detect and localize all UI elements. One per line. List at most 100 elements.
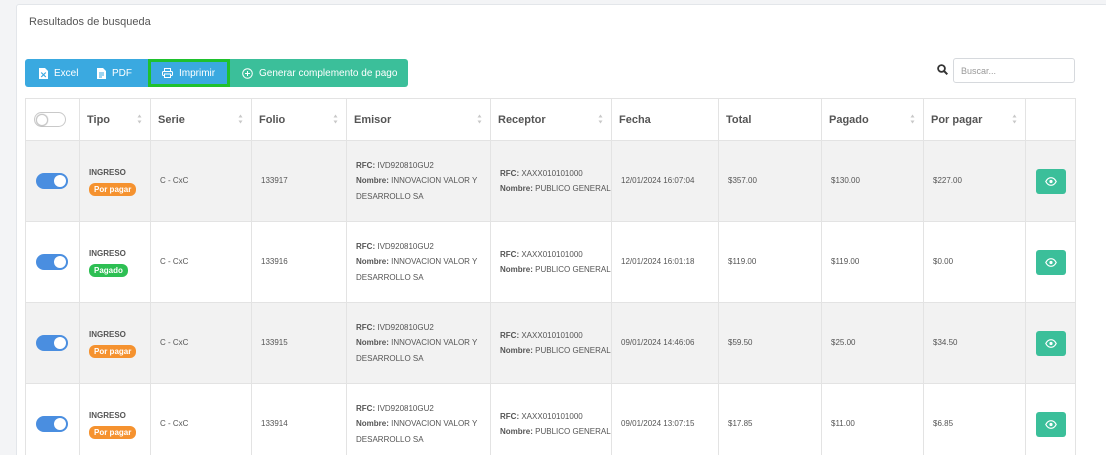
receptor-nombre-value: PUBLICO GENERAL <box>535 346 611 355</box>
rfc-prefix: RFC: <box>356 404 376 414</box>
por-pagar-cell: $0.00 <box>923 221 1026 303</box>
receptor-rfc: RFC: XAXX010101000 <box>500 166 611 181</box>
pdf-button[interactable]: PDF <box>81 59 148 87</box>
pdf-file-icon <box>97 67 106 79</box>
emisor-rfc-value: IVD920810GU2 <box>377 404 434 414</box>
emisor-rfc: RFC: IVD920810GU2 <box>356 320 490 335</box>
row-select-cell <box>25 221 80 303</box>
tipo-value: INGRESO <box>89 411 126 421</box>
column-actions <box>1025 98 1076 141</box>
actions-cell <box>1025 140 1076 222</box>
view-button[interactable] <box>1036 249 1066 275</box>
receptor-cell: RFC: XAXX010101000 Nombre: PUBLICO GENERA… <box>490 221 612 303</box>
nombre-prefix: Nombre: <box>500 346 533 355</box>
excel-file-icon <box>39 67 48 79</box>
search-input[interactable] <box>953 58 1075 83</box>
row-select-toggle[interactable] <box>36 335 68 351</box>
receptor-rfc-value: XAXX010101000 <box>521 330 583 340</box>
column-tipo[interactable]: Tipo <box>79 98 151 141</box>
status-badge: Pagado <box>89 263 128 277</box>
emisor-nombre: Nombre: INNOVACION VALOR Y DESARROLLO SA <box>356 173 490 203</box>
receptor-rfc: RFC: XAXX010101000 <box>500 409 611 424</box>
receptor-nombre: Nombre: PUBLICO GENERAL <box>500 424 611 439</box>
rfc-prefix: RFC: <box>500 330 520 340</box>
status-badge: Por pagar <box>89 425 137 439</box>
sort-icon <box>1012 114 1017 124</box>
emisor-nombre: Nombre: INNOVACION VALOR Y DESARROLLO SA <box>356 335 490 365</box>
emisor-rfc: RFC: IVD920810GU2 <box>356 401 490 416</box>
column-por-pagar[interactable]: Por pagar <box>923 98 1026 141</box>
sort-icon <box>598 114 603 124</box>
receptor-nombre: Nombre: PUBLICO GENERAL <box>500 181 611 196</box>
tipo-cell: INGRESO Por pagar <box>79 140 151 222</box>
nombre-prefix: Nombre: <box>356 176 389 186</box>
column-emisor-label: Emisor <box>354 113 392 126</box>
total-cell: $119.00 <box>718 221 822 303</box>
receptor-nombre-value: PUBLICO GENERAL <box>535 184 611 193</box>
column-fecha[interactable]: Fecha <box>611 98 719 141</box>
sort-icon <box>238 114 243 124</box>
select-all-toggle[interactable] <box>34 112 66 127</box>
actions-cell <box>1025 221 1076 303</box>
table-row: INGRESO Por pagar C - CxC 133914 RFC: IVD… <box>25 383 1076 455</box>
results-table: Tipo Serie Folio Emisor Receptor Fecha T… <box>25 98 1076 455</box>
fecha-cell: 09/01/2024 14:46:06 <box>611 302 719 384</box>
plus-circle-icon <box>242 67 253 79</box>
view-button[interactable] <box>1036 168 1066 194</box>
rfc-prefix: RFC: <box>356 161 376 171</box>
sort-icon <box>333 114 338 124</box>
status-badge: Por pagar <box>89 182 137 196</box>
receptor-rfc: RFC: XAXX010101000 <box>500 247 611 262</box>
emisor-rfc-value: IVD920810GU2 <box>377 323 434 333</box>
serie-cell: C - CxC <box>150 221 252 303</box>
nombre-prefix: Nombre: <box>500 265 533 274</box>
column-serie[interactable]: Serie <box>150 98 252 141</box>
table-row: INGRESO Por pagar C - CxC 133915 RFC: IVD… <box>25 302 1076 384</box>
total-cell: $59.50 <box>718 302 822 384</box>
row-select-toggle[interactable] <box>36 173 68 189</box>
rfc-prefix: RFC: <box>356 242 376 252</box>
emisor-rfc: RFC: IVD920810GU2 <box>356 239 490 254</box>
receptor-rfc: RFC: XAXX010101000 <box>500 328 611 343</box>
column-receptor[interactable]: Receptor <box>490 98 612 141</box>
print-button[interactable]: Imprimir <box>148 59 230 87</box>
folio-cell: 133914 <box>251 383 347 455</box>
eye-icon <box>1045 338 1057 348</box>
column-total[interactable]: Total <box>718 98 822 141</box>
nombre-prefix: Nombre: <box>500 184 533 193</box>
excel-button[interactable]: Excel <box>25 59 81 87</box>
nombre-prefix: Nombre: <box>356 338 389 348</box>
column-emisor[interactable]: Emisor <box>346 98 491 141</box>
eye-icon <box>1045 257 1057 267</box>
row-select-toggle[interactable] <box>36 254 68 270</box>
view-button[interactable] <box>1036 411 1066 437</box>
search-icon <box>937 64 948 75</box>
pagado-cell: $119.00 <box>821 221 924 303</box>
table-row: INGRESO Pagado C - CxC 133916 RFC: IVD920… <box>25 221 1076 303</box>
folio-cell: 133915 <box>251 302 347 384</box>
fecha-cell: 12/01/2024 16:01:18 <box>611 221 719 303</box>
por-pagar-cell: $6.85 <box>923 383 1026 455</box>
receptor-cell: RFC: XAXX010101000 Nombre: PUBLICO GENERA… <box>490 383 612 455</box>
tipo-value: INGRESO <box>89 249 126 259</box>
serie-cell: C - CxC <box>150 140 252 222</box>
receptor-rfc-value: XAXX010101000 <box>521 249 583 259</box>
column-tipo-label: Tipo <box>87 113 111 126</box>
generate-payment-complement-button[interactable]: Generar complemento de pago <box>230 59 408 87</box>
column-folio[interactable]: Folio <box>251 98 347 141</box>
receptor-nombre: Nombre: PUBLICO GENERAL <box>500 343 611 358</box>
row-select-toggle[interactable] <box>36 416 68 432</box>
rfc-prefix: RFC: <box>500 168 520 178</box>
rfc-prefix: RFC: <box>500 411 520 421</box>
fecha-cell: 09/01/2024 13:07:15 <box>611 383 719 455</box>
receptor-nombre-value: PUBLICO GENERAL <box>535 427 611 436</box>
total-cell: $357.00 <box>718 140 822 222</box>
sort-icon <box>477 114 482 124</box>
view-button[interactable] <box>1036 330 1066 356</box>
rfc-prefix: RFC: <box>500 249 520 259</box>
export-toolbar: Excel PDF Imprimir Generar complemento d… <box>25 59 408 87</box>
por-pagar-cell: $227.00 <box>923 140 1026 222</box>
column-pagado[interactable]: Pagado <box>821 98 924 141</box>
rfc-prefix: RFC: <box>356 323 376 333</box>
pagado-cell: $11.00 <box>821 383 924 455</box>
